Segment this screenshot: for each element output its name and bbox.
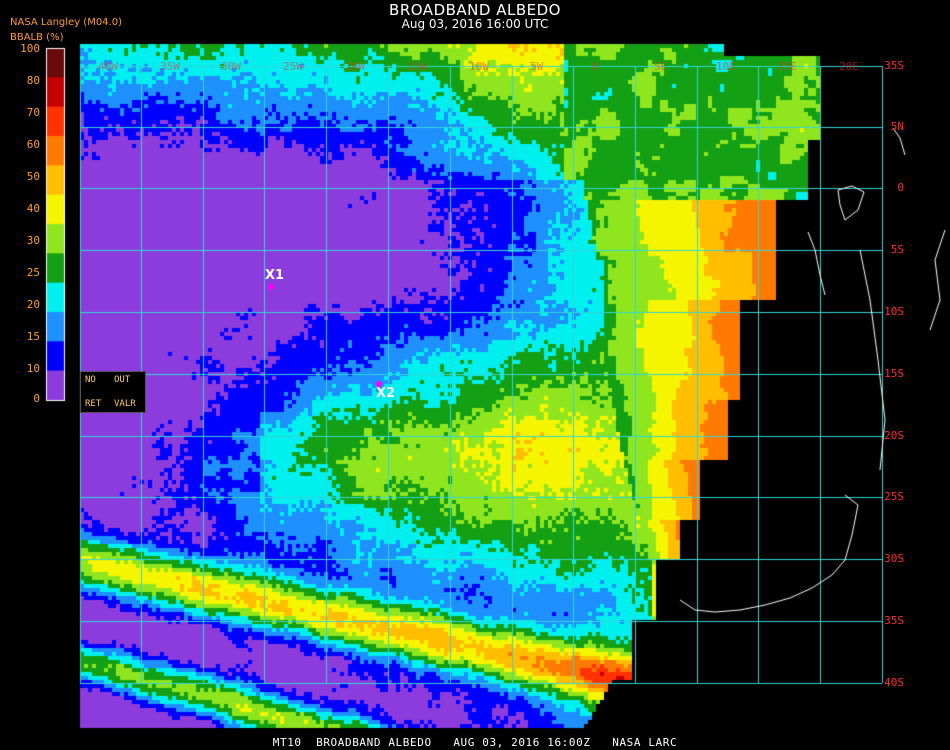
colorbar-tick-label: 30 — [26, 234, 40, 247]
footer-caption: MT10 BROADBAND ALBEDO AUG 03, 2016 16:00… — [272, 736, 678, 749]
lat-label: 35S — [884, 614, 904, 627]
lon-label: 35W — [160, 60, 180, 73]
colorbar-tick-label: 20 — [26, 298, 40, 311]
lat-label: 0 — [897, 181, 904, 194]
colorbar-tick-label: 15 — [26, 330, 40, 343]
lon-label: 10W — [469, 60, 489, 73]
colorbar-tick-label: 80 — [26, 74, 40, 87]
lat-label: 15S — [884, 367, 904, 380]
marker-x2-label[interactable]: X2 — [376, 386, 395, 401]
colorbar-tick-label: 40 — [26, 202, 40, 215]
lat-label: 25S — [884, 490, 904, 503]
lon-label: 15W — [407, 60, 427, 73]
lon-label: 15E — [777, 60, 797, 73]
control-panel: NO OUT RET VALR — [80, 371, 146, 413]
lon-label: 20E — [839, 60, 859, 73]
lon-label: 25W — [283, 60, 303, 73]
marker-x1-point[interactable] — [268, 284, 274, 290]
map-datetime: Aug 03, 2016 16:00 UTC — [401, 17, 549, 31]
colorbar-tick-label: 50 — [26, 170, 40, 183]
lon-label: 40W — [98, 60, 118, 73]
valr-button[interactable]: VALR — [114, 399, 136, 409]
out-button[interactable]: OUT — [114, 375, 130, 385]
org-version-label: NASA Langley (M04.0) — [10, 17, 122, 28]
colorbar-tick-label: 100 — [20, 42, 40, 55]
lat-label: 30S — [884, 552, 904, 565]
colorbar-tick-label: 10 — [26, 362, 40, 375]
lon-label: 0 — [592, 60, 599, 73]
lon-label: 20W — [345, 60, 365, 73]
colorbar-tick-label: 60 — [26, 138, 40, 151]
lon-label: 30W — [221, 60, 241, 73]
lat-label: 5N — [890, 120, 904, 133]
marker-x2-point[interactable] — [376, 381, 382, 387]
lat-label: 10S — [884, 305, 904, 318]
colorbar-tick-label: 70 — [26, 106, 40, 119]
lat-label: 20S — [884, 429, 904, 442]
marker-x1-label[interactable]: X1 — [265, 268, 284, 283]
colorbar-tick-label: 25 — [26, 266, 40, 279]
lat-label: 40S — [884, 676, 904, 689]
lon-label: 5E — [654, 60, 668, 73]
lon-label: 5W — [530, 60, 544, 73]
colorbar-tick-label: 0 — [33, 392, 40, 405]
lon-label: 10E — [716, 60, 736, 73]
lat-label: 35S — [884, 59, 904, 72]
no-button[interactable]: NO — [85, 375, 96, 385]
ret-button[interactable]: RET — [85, 399, 101, 409]
lat-label: 5S — [890, 243, 904, 256]
